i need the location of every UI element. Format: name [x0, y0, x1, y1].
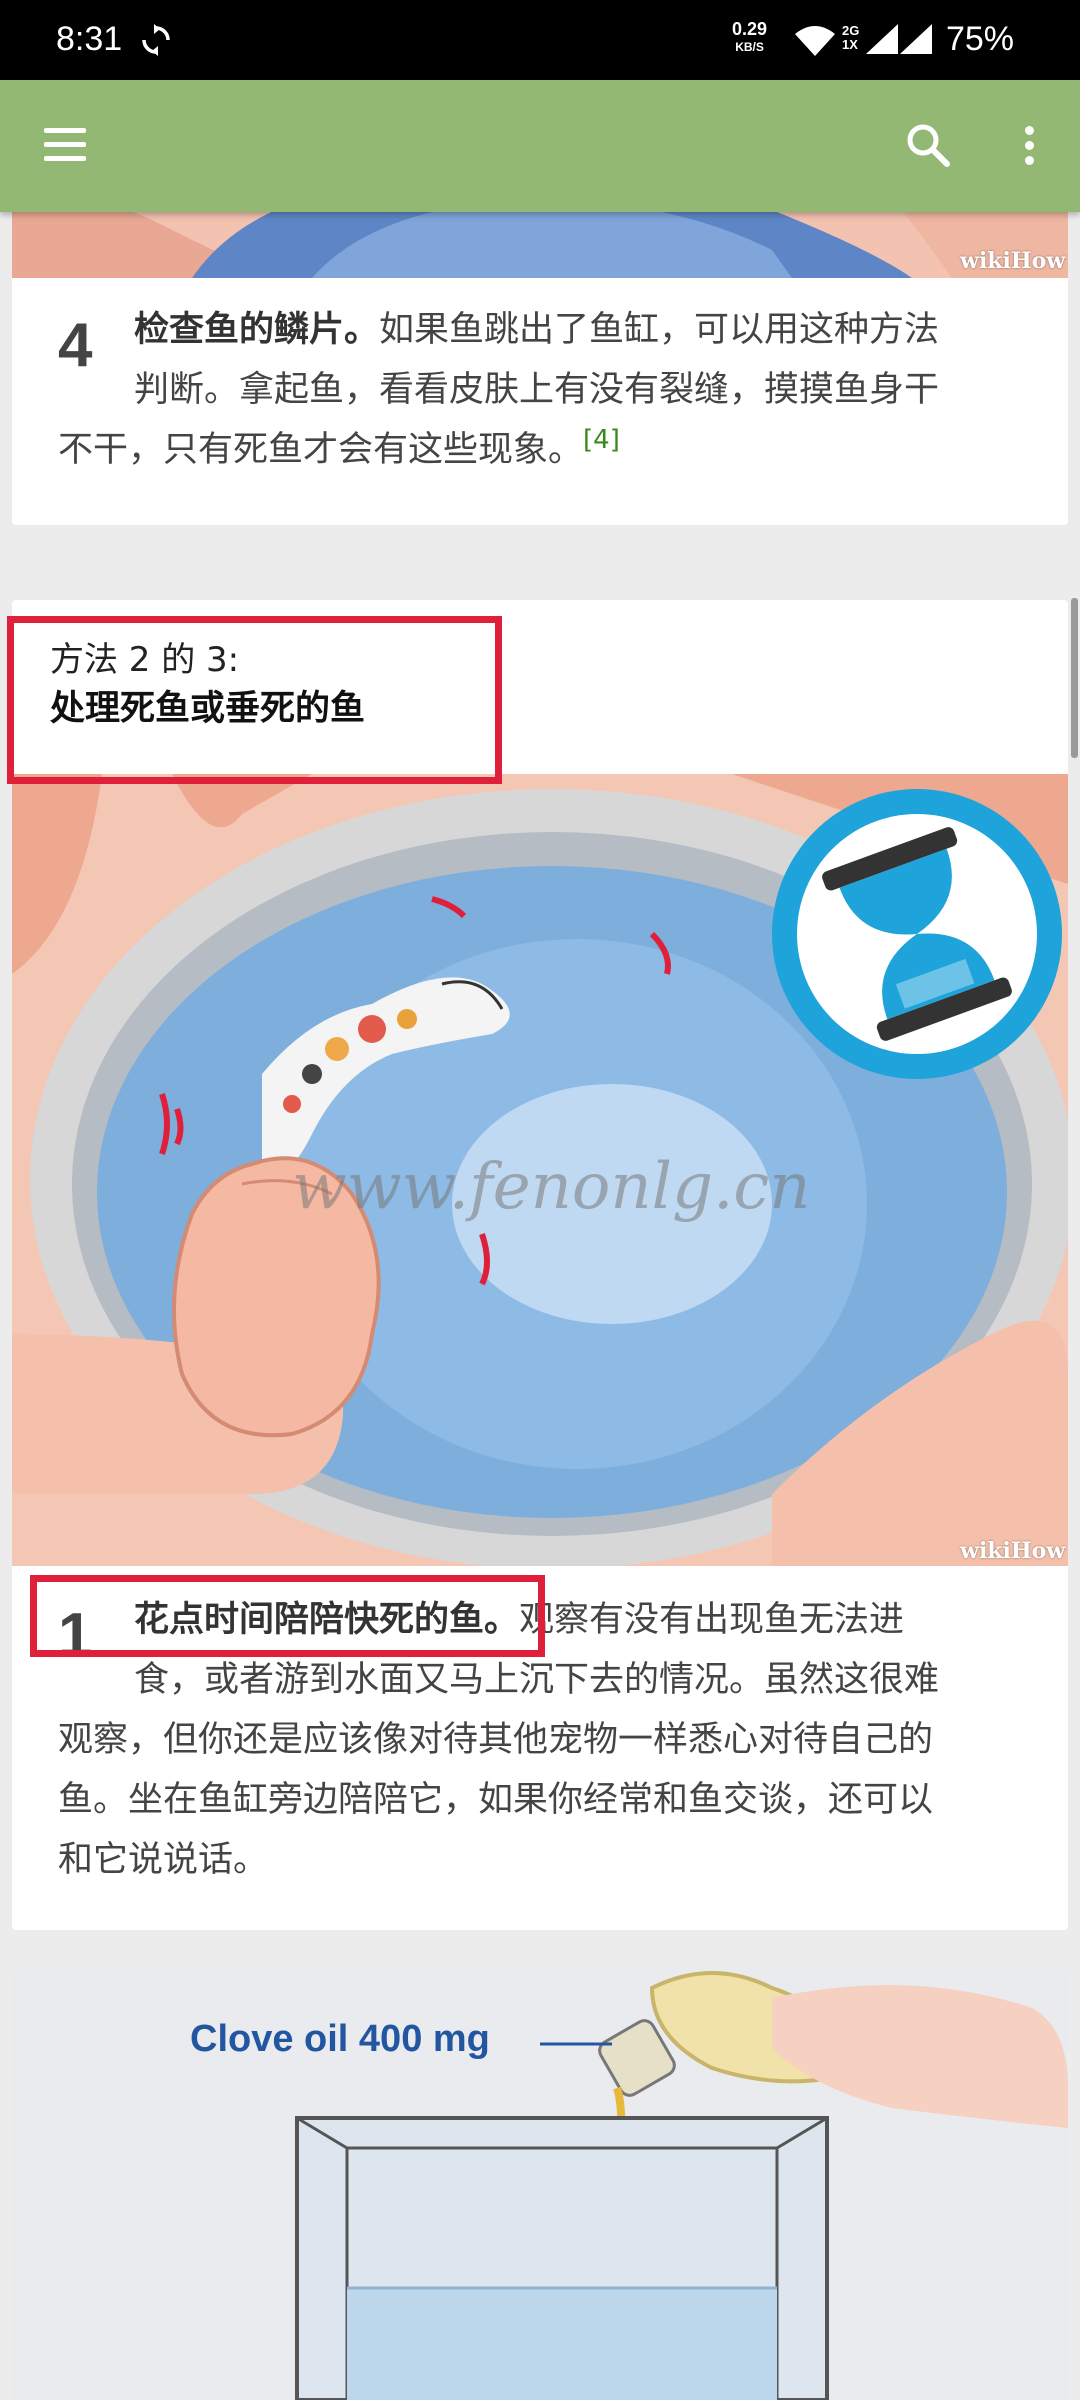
wikihow-watermark: wikiHow	[960, 248, 1066, 274]
step-line-1: 如果鱼跳出了鱼缸，可以用这种方法	[379, 310, 940, 350]
network-type: 2G 1X	[842, 24, 859, 52]
status-time: 8:31	[56, 20, 123, 58]
network-1x: 1X	[842, 37, 858, 52]
step-bold-text: 检查鱼的鳞片。	[134, 310, 380, 350]
step-number: 4	[58, 311, 93, 380]
highlight-method-title	[7, 616, 502, 784]
net-speed: 0.29 KB/S	[732, 20, 767, 56]
step-line-2: 食，或者游到水面又马上沉下去的情况。虽然这很难	[134, 1660, 940, 1700]
site-watermark: www.fenonlg.cn	[292, 1150, 811, 1224]
step-line-3: 不干，只有死鱼才会有这些现象。[4]	[58, 420, 1038, 480]
step-line-2: 判断。拿起鱼，看看皮肤上有没有裂缝，摸摸鱼身干	[134, 370, 940, 410]
wikihow-watermark: wikiHow	[960, 1538, 1066, 1564]
signal-icon-1	[866, 24, 898, 54]
search-icon[interactable]	[905, 122, 951, 168]
step-line-3: 观察，但你还是应该像对待其他宠物一样悉心对待自己的	[58, 1720, 934, 1760]
network-2g: 2G	[842, 23, 860, 38]
signal-icon-2	[900, 24, 932, 54]
scrollbar-thumb[interactable]	[1071, 598, 1078, 758]
battery-level: 75%	[945, 20, 1014, 58]
app-bar	[0, 80, 1080, 212]
more-vertical-icon[interactable]	[1015, 120, 1045, 170]
method-card: 方法 2 的 3: 处理死鱼或垂死的鱼 www.fenonlg.cn wikiH…	[12, 600, 1068, 1930]
clove-oil-label: Clove oil 400 mg	[190, 2018, 490, 2060]
step-line-3-text: 不干，只有死鱼才会有这些现象。	[58, 430, 584, 470]
highlight-step-title	[30, 1575, 545, 1657]
net-speed-value: 0.29	[732, 19, 768, 39]
step-line-4: 鱼。坐在鱼缸旁边陪陪它，如果你经常和鱼交谈，还可以	[58, 1780, 934, 1820]
step-text: 检查鱼的鳞片。如果鱼跳出了鱼缸，可以用这种方法	[134, 300, 1034, 360]
hamburger-menu-icon[interactable]	[40, 124, 90, 164]
sync-icon	[142, 24, 170, 56]
wifi-icon	[795, 26, 835, 56]
step-image-clove-oil	[12, 1968, 1068, 2400]
reference-link[interactable]: [4]	[583, 425, 620, 455]
step-line-1: 观察有没有出现鱼无法进	[519, 1600, 905, 1640]
net-speed-unit: KB/S	[735, 40, 764, 54]
step-line-5: 和它说说话。	[58, 1840, 269, 1880]
step-card-clove: Clove oil 400 mg	[12, 1968, 1068, 2400]
status-bar: 8:31 0.29 KB/S 2G 1X 75%	[0, 0, 1080, 80]
